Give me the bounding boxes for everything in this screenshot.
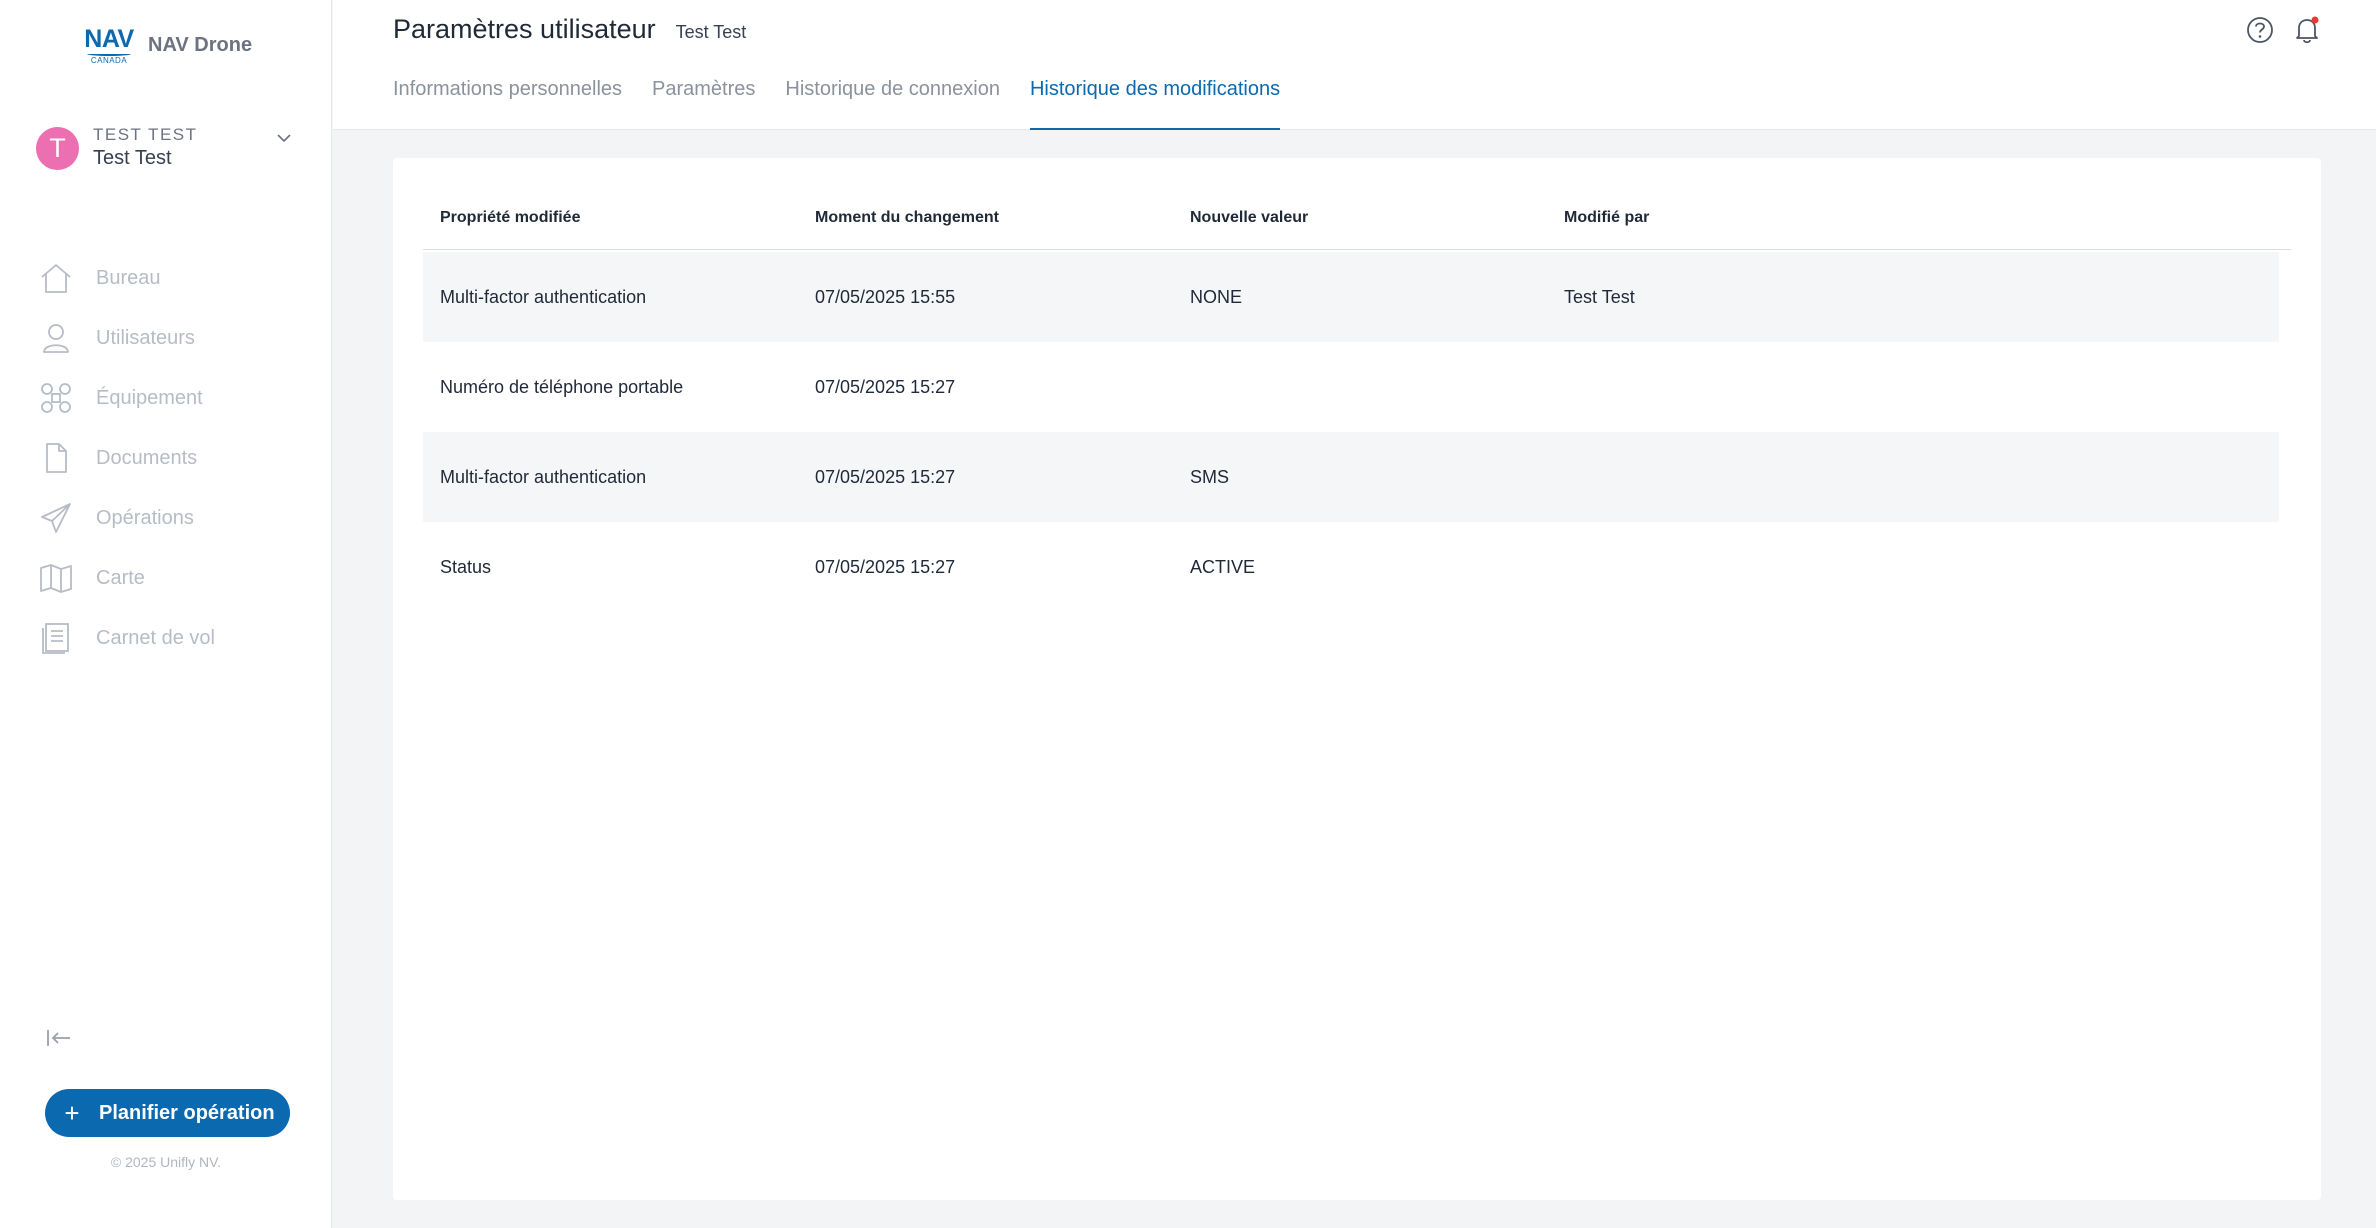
- paper-plane-icon: [36, 498, 76, 538]
- logo-nav-text: NAV: [84, 25, 134, 53]
- avatar: T: [36, 126, 79, 170]
- drone-icon: [36, 378, 76, 418]
- cell-moment: 07/05/2025 15:27: [815, 466, 956, 487]
- sidebar-item-documents[interactable]: Documents: [36, 438, 215, 478]
- user-icon: [36, 318, 76, 358]
- logo-canada-text: CANADA: [90, 56, 128, 65]
- table-body: Multi-factor authentication 07/05/2025 1…: [423, 252, 2279, 612]
- sidebar-item-carte[interactable]: Carte: [36, 558, 215, 598]
- cell-moment: 07/05/2025 15:27: [815, 376, 956, 397]
- user-name: Test Test: [93, 147, 172, 169]
- notification-bell-icon[interactable]: [2291, 14, 2323, 46]
- help-icon[interactable]: [2244, 14, 2276, 46]
- page-subtitle: Test Test: [675, 22, 747, 42]
- sidebar-item-carnet-de-vol[interactable]: Carnet de vol: [36, 618, 215, 658]
- nav-canada-logo: NAV CANADA: [84, 26, 134, 65]
- change-history-card: Propriété modifiée Moment du changement …: [393, 158, 2321, 1200]
- cell-property: Numéro de téléphone portable: [440, 376, 684, 397]
- user-upper-name: TEST TEST: [93, 125, 198, 144]
- logbook-icon: [36, 618, 76, 658]
- app-name: NAV Drone: [148, 34, 253, 56]
- sidebar-item-bureau[interactable]: Bureau: [36, 258, 215, 298]
- tab-historique-connexion[interactable]: Historique de connexion: [785, 78, 1000, 130]
- column-header-property[interactable]: Propriété modifiée: [423, 208, 798, 249]
- table-row: Multi-factor authentication 07/05/2025 1…: [423, 252, 2279, 342]
- cell-property: Status: [440, 556, 492, 577]
- plus-icon: +: [64, 1098, 80, 1128]
- column-header-new-value[interactable]: Nouvelle valeur: [1173, 208, 1547, 249]
- document-icon: [36, 438, 76, 478]
- table-row: Status 07/05/2025 15:27 ACTIVE: [423, 522, 2279, 612]
- sidebar-item-label: Carte: [96, 566, 145, 589]
- sidebar-item-label: Documents: [96, 446, 198, 469]
- cell-new-value: SMS: [1190, 466, 1230, 487]
- cell-property: Multi-factor authentication: [440, 286, 647, 307]
- cell-moment: 07/05/2025 15:27: [815, 556, 956, 577]
- cell-new-value: NONE: [1190, 286, 1243, 307]
- sidebar: NAV CANADA NAV Drone T TEST TEST Test Te…: [0, 0, 332, 1228]
- user-menu[interactable]: T TEST TEST Test Test: [36, 124, 294, 172]
- column-header-modified-by[interactable]: Modifié par: [1547, 208, 1947, 249]
- table-header: Propriété modifiée Moment du changement …: [423, 208, 2291, 250]
- tab-informations-personnelles[interactable]: Informations personnelles: [393, 78, 622, 130]
- collapse-sidebar-icon[interactable]: [44, 1024, 74, 1052]
- sidebar-item-label: Bureau: [96, 266, 161, 289]
- column-header-moment[interactable]: Moment du changement: [798, 208, 1173, 249]
- sidebar-item-utilisateurs[interactable]: Utilisateurs: [36, 318, 215, 358]
- tab-historique-modifications[interactable]: Historique des modifications: [1029, 78, 1281, 130]
- plan-operation-button[interactable]: + Planifier opération: [45, 1089, 290, 1137]
- plan-operation-label: Planifier opération: [99, 1101, 275, 1124]
- app-logo[interactable]: NAV CANADA NAV Drone: [84, 26, 252, 65]
- cell-property: Multi-factor authentication: [440, 466, 647, 487]
- sidebar-item-label: Carnet de vol: [96, 626, 215, 649]
- chevron-down-icon[interactable]: [274, 128, 294, 148]
- settings-tabs: Informations personnelles Paramètres His…: [393, 78, 1310, 130]
- cell-new-value: ACTIVE: [1190, 556, 1256, 577]
- page-header: Paramètres utilisateur Test Test Informa…: [333, 0, 2376, 130]
- user-texts: TEST TEST Test Test: [93, 125, 274, 171]
- sidebar-nav: Bureau Utilisateurs Équipement Documents…: [36, 258, 215, 678]
- cell-modified-by: Test Test: [1564, 286, 1635, 307]
- copyright: © 2025 Unifly NV.: [110, 1154, 222, 1170]
- page-title: Paramètres utilisateur: [393, 14, 656, 44]
- sidebar-item-operations[interactable]: Opérations: [36, 498, 215, 538]
- home-icon: [36, 258, 76, 298]
- title-row: Paramètres utilisateur Test Test: [393, 14, 746, 45]
- sidebar-item-label: Utilisateurs: [96, 326, 195, 349]
- sidebar-item-label: Équipement: [96, 386, 203, 409]
- sidebar-item-label: Opérations: [96, 506, 194, 529]
- sidebar-item-equipement[interactable]: Équipement: [36, 378, 215, 418]
- tab-parametres[interactable]: Paramètres: [652, 78, 755, 130]
- map-icon: [36, 558, 76, 598]
- table-row: Multi-factor authentication 07/05/2025 1…: [423, 432, 2279, 522]
- cell-moment: 07/05/2025 15:55: [815, 286, 956, 307]
- table-row: Numéro de téléphone portable 07/05/2025 …: [423, 342, 2279, 432]
